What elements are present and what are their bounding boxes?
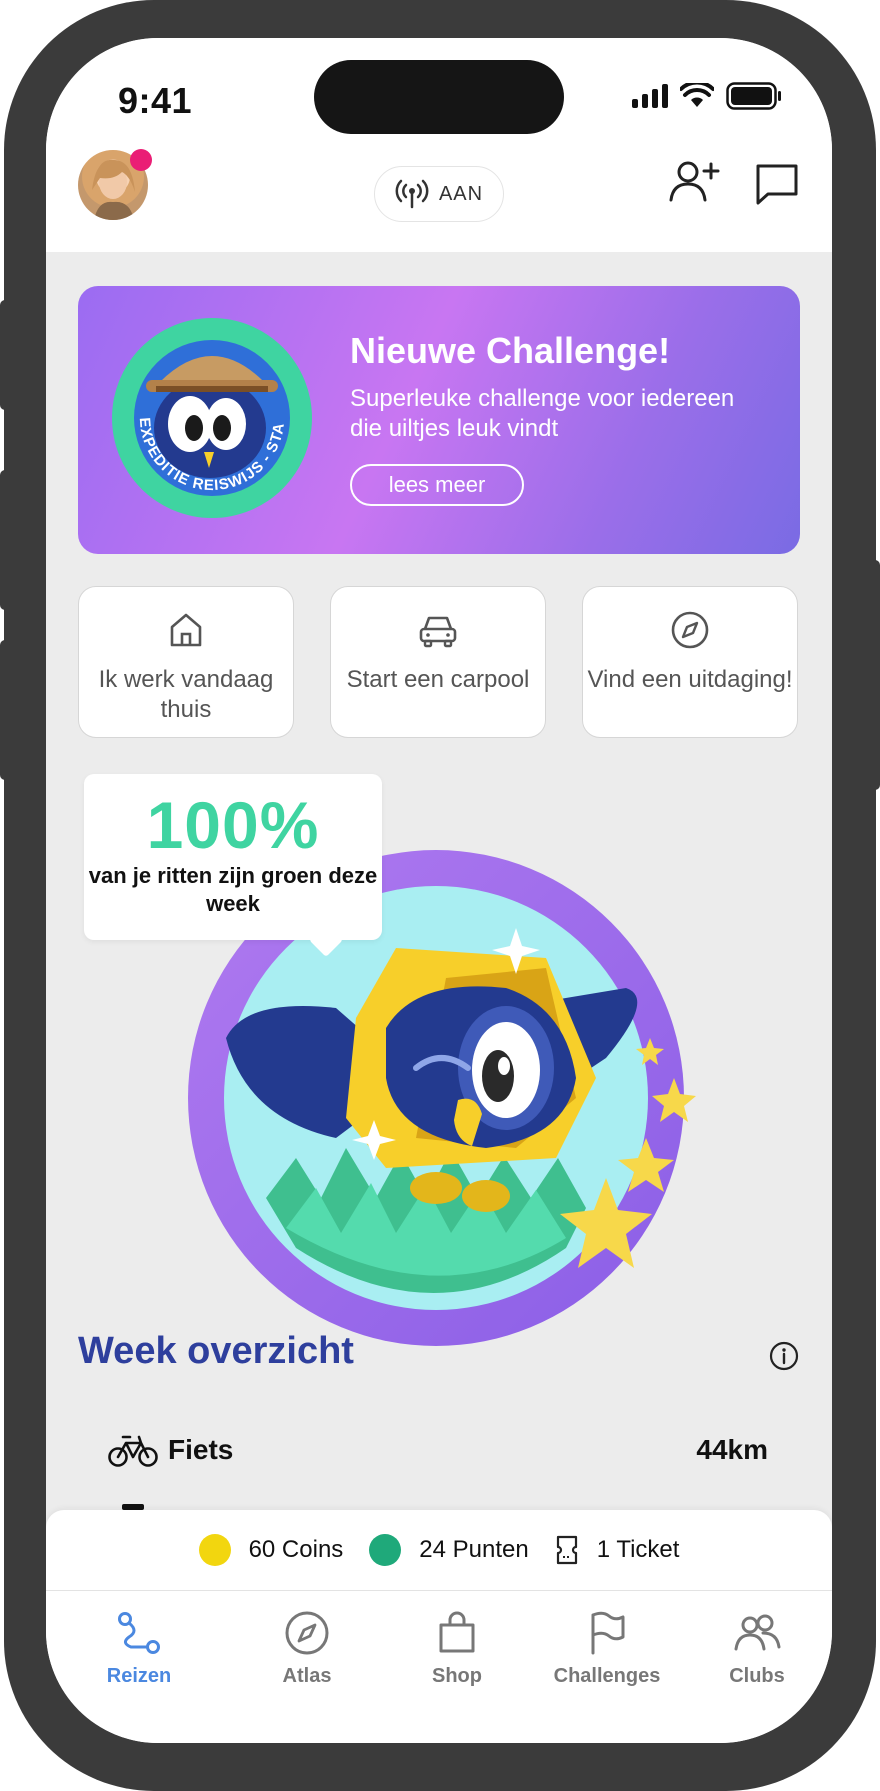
action-label: Start een carpool [346, 666, 530, 693]
challenge-badge: EXPEDITIE REISWIJS - START EDITIE [110, 316, 312, 518]
side-button [0, 470, 10, 610]
info-icon[interactable] [768, 1340, 800, 1372]
tab-label: Atlas [282, 1665, 332, 1687]
add-friend-icon[interactable] [668, 158, 720, 204]
green-text: van je ritten zijn groen deze week [88, 863, 378, 916]
tab-atlas[interactable]: Atlas [232, 1591, 382, 1743]
ticket-icon [556, 1535, 577, 1565]
flag-icon [591, 1611, 625, 1655]
tab-reizen[interactable]: Reizen [46, 1591, 232, 1743]
points-balance[interactable]: 24 Punten [369, 1534, 529, 1566]
action-label: Ik werk vandaag thuis [98, 666, 274, 723]
tab-bar: Reizen Atlas Shop Challenges Clubs [46, 1590, 832, 1743]
signal-icon [632, 84, 668, 108]
side-button [870, 560, 880, 790]
coins-balance[interactable]: 60 Coins [198, 1534, 344, 1566]
status-time: 9:41 [118, 80, 193, 121]
action-work-from-home[interactable]: Ik werk vandaag thuis [78, 586, 294, 738]
tab-clubs[interactable]: Clubs [682, 1591, 832, 1743]
route-icon [118, 1612, 160, 1654]
chat-icon[interactable] [754, 162, 800, 206]
location-toggle-label: AAN [438, 182, 484, 205]
week-row-label: Fiets [168, 1434, 234, 1465]
car-icon [419, 616, 457, 648]
tab-label: Clubs [729, 1665, 785, 1687]
points-icon [369, 1534, 402, 1566]
tab-label: Challenges [553, 1665, 661, 1687]
shopping-bag-icon [439, 1611, 475, 1653]
tab-challenges[interactable]: Challenges [532, 1591, 682, 1743]
tickets-label: 1 Ticket [596, 1536, 680, 1563]
tickets-balance[interactable]: 1 Ticket [555, 1535, 680, 1565]
points-label: 24 Punten [419, 1536, 529, 1563]
status-icons [632, 82, 782, 110]
home-icon [170, 613, 202, 647]
coin-icon [198, 1534, 231, 1566]
compass-icon [671, 611, 709, 649]
users-icon [734, 1614, 781, 1651]
battery-icon [726, 82, 781, 110]
banner-title: Nieuwe Challenge! [350, 330, 671, 371]
broadcast-icon [395, 179, 429, 209]
green-trips-card: 100% van je ritten zijn groen deze week [84, 774, 382, 940]
top-bar: 9:41 AAN [46, 38, 832, 252]
action-find-challenge[interactable]: Vind een uitdaging! [582, 586, 798, 738]
notification-dot [130, 149, 152, 171]
week-row-value: 44km [696, 1434, 768, 1465]
action-label: Vind een uitdaging! [587, 666, 793, 693]
rewards-bar: 60 Coins 24 Punten 1 Ticket [46, 1510, 832, 1590]
side-button [0, 640, 10, 780]
quick-actions: Ik werk vandaag thuis Start een carpool … [78, 586, 800, 738]
green-percent: 100% [146, 788, 320, 862]
tab-shop[interactable]: Shop [382, 1591, 532, 1743]
location-toggle[interactable]: AAN [374, 166, 504, 222]
week-row-bike: Fiets 44km [108, 1426, 768, 1474]
action-start-carpool[interactable]: Start een carpool [330, 586, 546, 738]
week-overview-title: Week overzicht [78, 1330, 354, 1372]
side-button [0, 300, 10, 410]
bike-icon [108, 1435, 158, 1467]
coins-label: 60 Coins [248, 1536, 344, 1563]
banner-text: Superleuke challenge voor iedereen die u… [350, 385, 735, 442]
tab-label: Reizen [106, 1665, 172, 1687]
dynamic-island [314, 60, 564, 134]
screen: 9:41 AAN EXPEDITIE REISWIJS - STA Nieuwe… [46, 38, 832, 1743]
challenge-banner[interactable]: EXPEDITIE REISWIJS - START EDITIE Nieuwe… [78, 286, 800, 554]
tab-label: Shop [432, 1665, 482, 1687]
read-more-button[interactable]: lees meer [350, 464, 524, 506]
wifi-icon [680, 83, 714, 107]
compass-icon [285, 1611, 329, 1655]
